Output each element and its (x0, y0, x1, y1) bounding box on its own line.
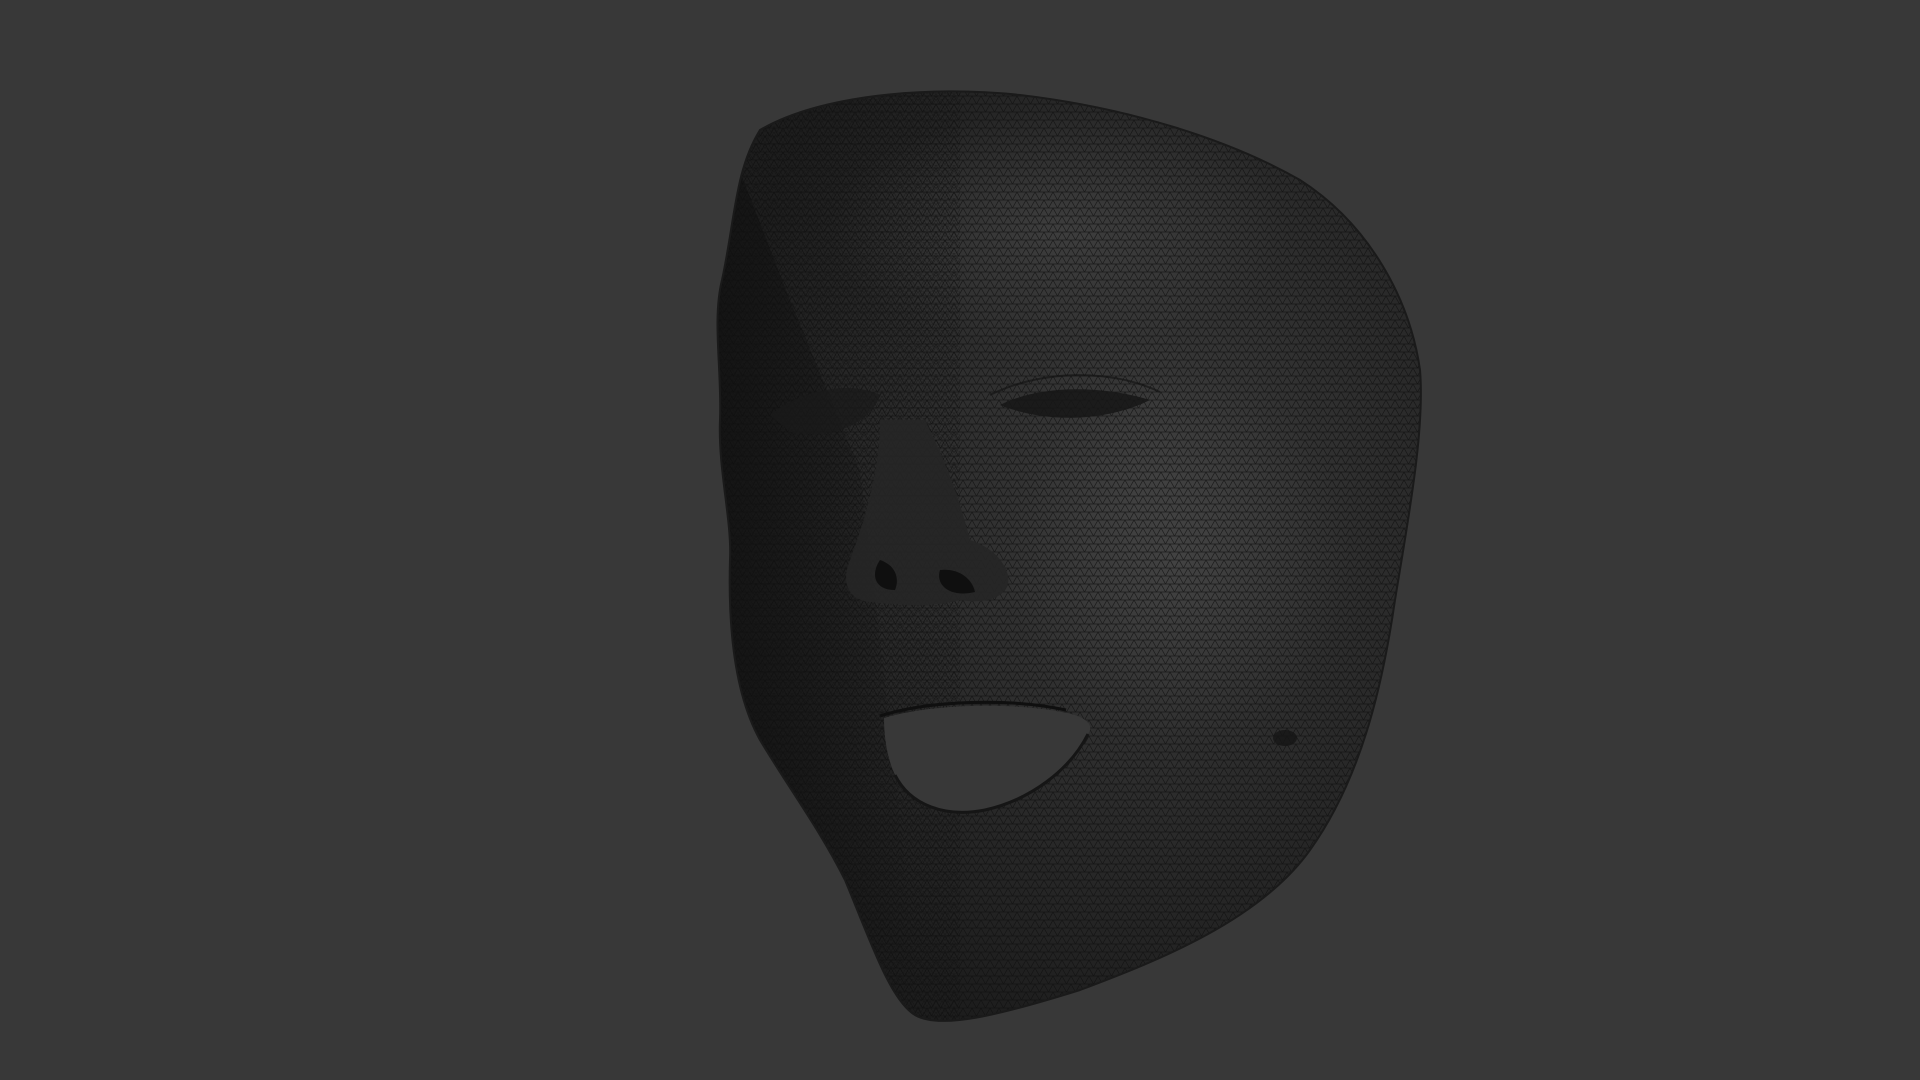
face-mesh[interactable] (700, 80, 1440, 1040)
viewport-canvas (700, 80, 1440, 1040)
cheek-dimple (1273, 730, 1297, 746)
3d-viewport[interactable] (0, 0, 1920, 1080)
